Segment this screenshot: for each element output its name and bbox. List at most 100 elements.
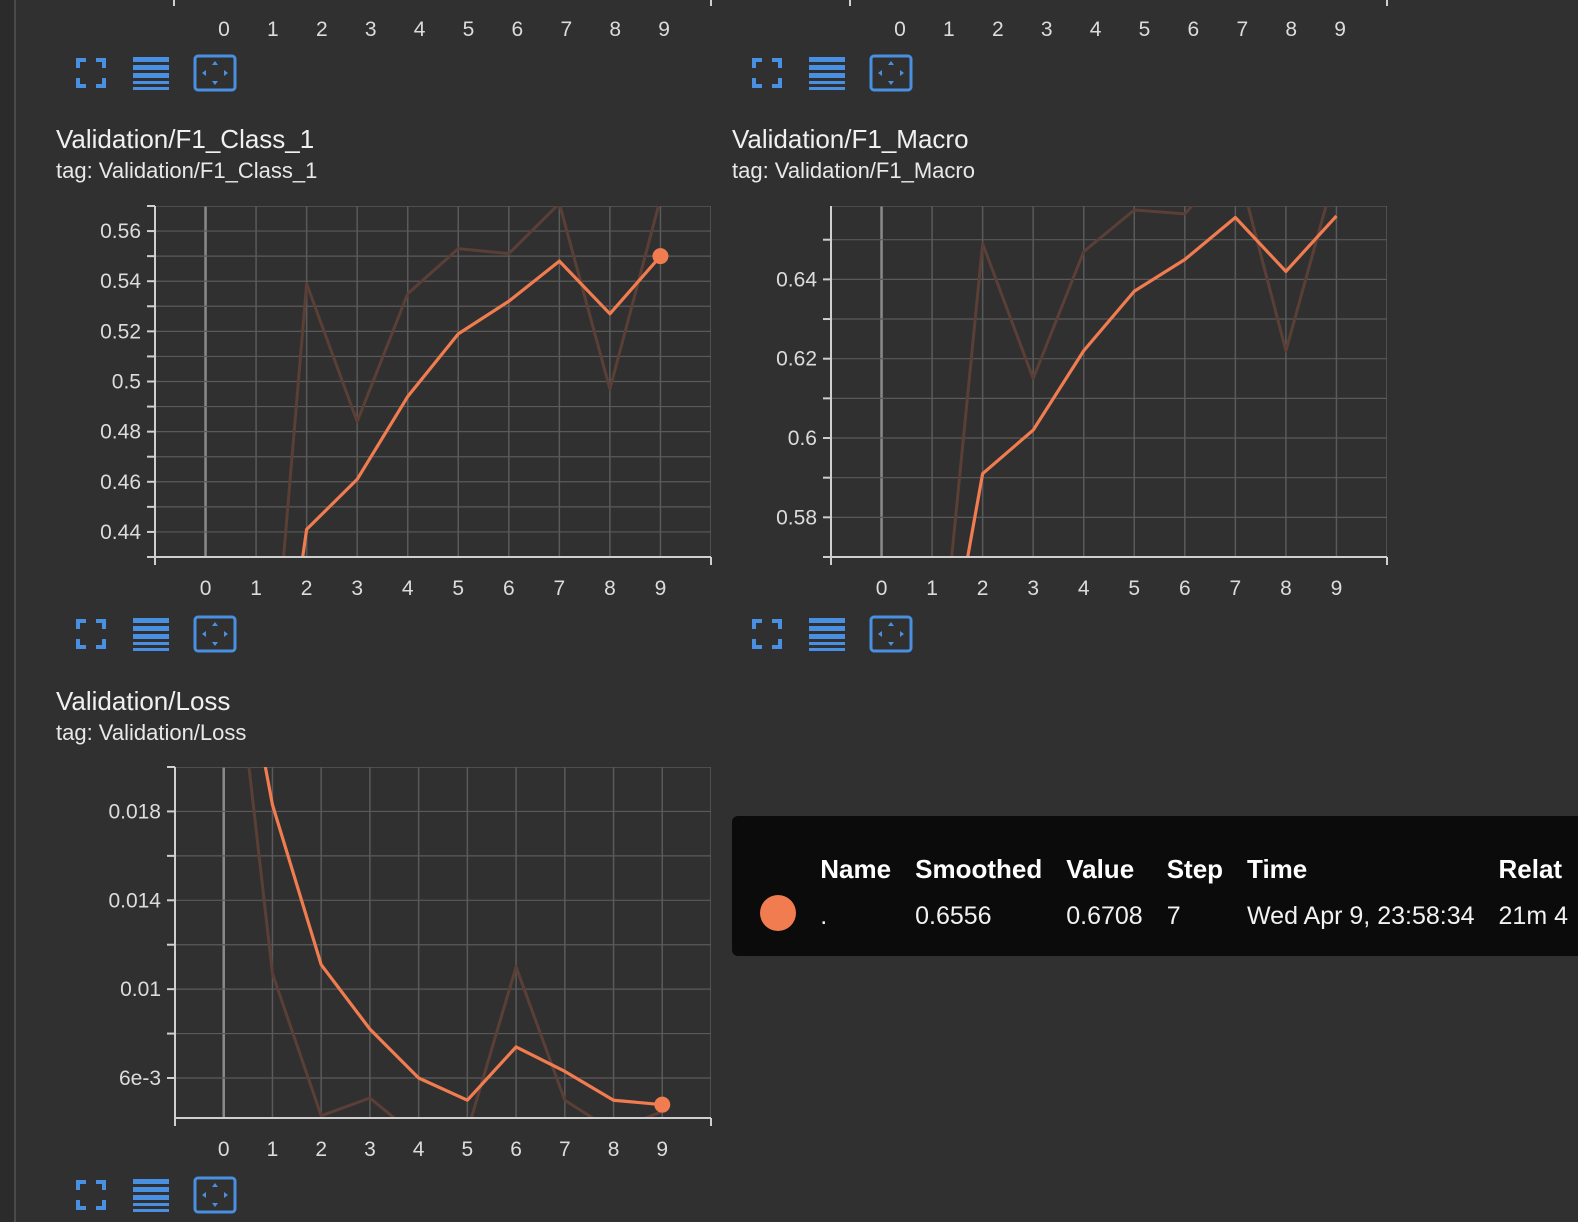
y-tick-label: 0.6 [788,427,817,450]
tooltip-cell-step: 7 [1166,902,1181,930]
x-tick-label: 2 [316,18,328,41]
list-icon [808,617,846,651]
fit-domain-icon [193,1176,237,1214]
x-tick-label: 9 [1331,577,1343,600]
y-tick-label: 0.5 [112,371,141,394]
y-tick-label: 0.01 [120,978,161,1001]
x-tick-label: 3 [364,1138,376,1161]
top-right-chart-xaxis: 0 1 2 3 4 5 6 7 8 9 [849,0,1388,41]
x-tick-label: 0 [200,577,212,600]
x-tick-label: 0 [218,1138,230,1161]
x-tick-label: 5 [462,1138,474,1161]
x-tick-label: 7 [559,1138,571,1161]
tooltip-header-step: Step [1166,854,1224,884]
x-tick-label: 8 [608,1138,620,1161]
x-tick-label: 7 [554,577,566,600]
fullscreen-icon [752,619,782,649]
y-tick-label: 0.62 [776,348,817,371]
x-tick-label: 0 [218,18,230,41]
card-tag-loss: tag: Validation/Loss [56,720,247,745]
fit-domain-button[interactable] [192,1174,238,1216]
fullscreen-button[interactable] [748,615,786,653]
y-tick-label: 0.44 [100,521,141,544]
y-tick-label: 0.52 [100,320,141,343]
y-tick-label: 0.58 [776,506,817,529]
last-point-marker [652,248,669,265]
fullscreen-icon [76,619,106,649]
x-tick-label: 1 [943,18,955,41]
x-tick-label: 2 [977,577,989,600]
y-tick-label: 0.014 [108,889,161,912]
tooltip-cell-relative: 21m 4 [1498,902,1568,930]
x-tick-label: 8 [609,18,621,41]
x-tick-label: 5 [452,577,464,600]
toggle-log-scale-button[interactable] [808,615,846,653]
tooltip-cell-value: 0.6708 [1066,902,1143,930]
x-tick-label: 0 [876,577,888,600]
tooltip-swatch-header [752,854,820,895]
fullscreen-button[interactable] [72,615,110,653]
x-tick-label: 3 [365,18,377,41]
x-tick-label: 3 [1041,18,1053,41]
x-tick-label: 4 [1090,18,1102,41]
x-tick-label: 8 [604,577,616,600]
x-tick-label: 6 [512,18,524,41]
chart-loss[interactable]: 6e-3 0.01 0.014 0.018 0 1 2 3 4 5 6 7 8 9 [0,752,730,1172]
chart-f1-macro[interactable]: 0.58 0.6 0.62 0.64 0 1 2 3 4 5 6 7 8 9 [676,190,1406,610]
x-tick-label: 5 [1128,577,1140,600]
fullscreen-icon [76,1180,106,1210]
y-tick-label: 0.54 [100,270,141,293]
fit-domain-button[interactable] [192,613,238,655]
y-tick-label: 0.46 [100,471,141,494]
list-icon [132,56,170,90]
x-tick-label: 9 [656,1138,668,1161]
fit-domain-icon [869,54,913,92]
x-tick-label: 5 [463,18,475,41]
x-tick-label: 9 [658,18,670,41]
x-tick-label: 5 [1139,18,1151,41]
card-tag-f1-macro: tag: Validation/F1_Macro [732,158,975,183]
toggle-log-scale-button[interactable] [132,615,170,653]
x-tick-label: 7 [1230,577,1242,600]
fit-domain-button[interactable] [868,52,914,94]
tooltip-cell-smoothed: 0.6556 [915,902,992,930]
x-tick-label: 4 [413,1138,425,1161]
tooltip-header-value: Value [1066,854,1135,884]
x-tick-label: 2 [315,1138,327,1161]
toggle-log-scale-button[interactable] [132,1176,170,1214]
fit-domain-button[interactable] [868,613,914,655]
fit-domain-icon [193,54,237,92]
x-tick-label: 6 [503,577,515,600]
fit-domain-icon [193,615,237,653]
plot-area [175,767,711,1118]
card-title-f1-macro: Validation/F1_Macro [732,124,969,154]
x-tick-label: 1 [267,1138,279,1161]
x-tick-label: 6 [1188,18,1200,41]
toggle-log-scale-button[interactable] [808,54,846,92]
x-tick-label: 3 [351,577,363,600]
card-tag-f1-class-1: tag: Validation/F1_Class_1 [56,158,318,183]
x-tick-label: 1 [267,18,279,41]
tooltip-header-name: Name [820,854,892,884]
fit-domain-button[interactable] [192,52,238,94]
fullscreen-button[interactable] [72,54,110,92]
x-tick-label: 8 [1280,577,1292,600]
tooltip-table: Name Smoothed Value Step Time Relat . 0.… [752,854,1578,938]
x-tick-label: 4 [402,577,414,600]
fullscreen-icon [752,58,782,88]
chart-f1-class-1[interactable]: 0.44 0.46 0.48 0.5 0.52 0.54 0.56 0 1 2 3 4 5 6 7 8 9 [0,190,730,610]
x-tick-label: 1 [926,577,938,600]
x-tick-label: 2 [992,18,1004,41]
fullscreen-icon [76,58,106,88]
list-icon [808,56,846,90]
list-icon [132,1178,170,1212]
toggle-log-scale-button[interactable] [132,54,170,92]
tooltip-header-smoothed: Smoothed [915,854,1043,884]
plot-area [831,206,1387,557]
tooltip-header-relative: Relat [1498,854,1563,884]
card-title-loss: Validation/Loss [56,686,231,716]
x-tick-label: 4 [1078,577,1090,600]
fullscreen-button[interactable] [72,1176,110,1214]
y-tick-label: 6e-3 [119,1067,161,1090]
fullscreen-button[interactable] [748,54,786,92]
